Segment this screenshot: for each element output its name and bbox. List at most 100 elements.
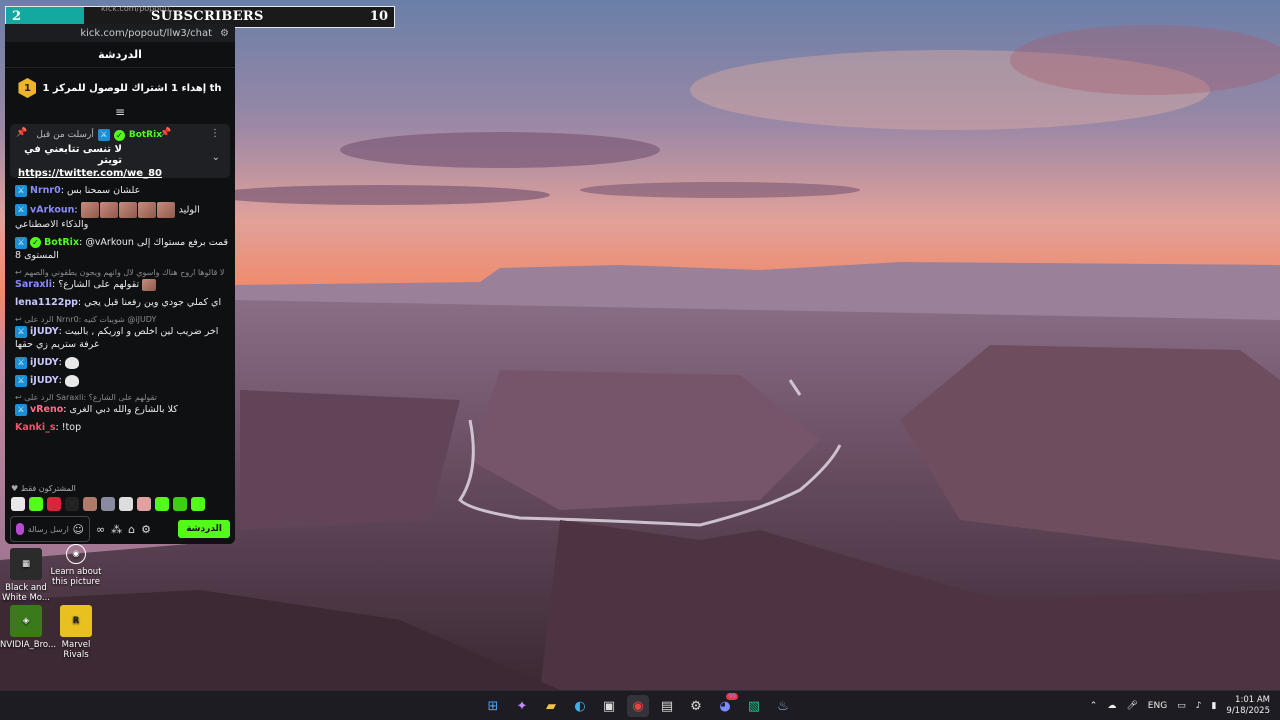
settings-gear-icon[interactable]: ⚙ bbox=[141, 523, 151, 536]
store-icon[interactable]: ⌂ bbox=[128, 523, 135, 536]
network-icon[interactable]: ▭ bbox=[1177, 701, 1186, 711]
chat-username[interactable]: iJUDY bbox=[30, 357, 59, 368]
start-menu-icon[interactable]: ⊞ bbox=[482, 695, 504, 717]
reply-context[interactable]: ↩ الرد على Nrnr0: شويبات كتيه @iJUDY bbox=[15, 314, 229, 325]
chat-input-placeholder: ارسل رسالة bbox=[27, 524, 69, 534]
emote-icon[interactable] bbox=[119, 497, 133, 511]
reply-context[interactable]: ↩ الرد على Saraxli: تقولهم على الشارع؟ bbox=[15, 392, 229, 403]
tune-icon[interactable]: ⚙ bbox=[220, 28, 229, 39]
chat-input[interactable]: ارسل رسالة ☺ bbox=[10, 516, 90, 542]
chat-message[interactable]: ↩ الرد على Nrnr0: شويبات كتيه @iJUDY ⚔ i… bbox=[15, 314, 229, 351]
emote-icon[interactable] bbox=[155, 497, 169, 511]
subscriber-current-count: 2 bbox=[12, 9, 22, 24]
chat-username[interactable]: BotRix bbox=[44, 237, 79, 248]
desktop-icon-nvidia[interactable]: ◈ NVIDIA_Bro... bbox=[0, 605, 56, 650]
chat-username[interactable]: Nrnr0 bbox=[30, 185, 61, 196]
desktop-icon-black-and-white[interactable]: ▦ Black and White Mo... bbox=[0, 548, 52, 603]
popout-url-bar: kick.com/popout/llw3/chat ⚙ bbox=[5, 24, 235, 42]
emote-icon[interactable] bbox=[83, 497, 97, 511]
chat-message[interactable]: ↩ الرد على Saraxli: تقولهم على الشارع؟ ⚔… bbox=[15, 392, 229, 416]
emote-icon[interactable] bbox=[137, 497, 151, 511]
microsoft-store-icon[interactable]: ▣ bbox=[598, 695, 620, 717]
discord-icon[interactable]: ◕ 99 bbox=[714, 693, 738, 717]
emote-icon[interactable] bbox=[65, 497, 79, 511]
chat-message[interactable]: ⚔ iJUDY: bbox=[15, 374, 229, 387]
chat-username[interactable]: Saraxli bbox=[15, 279, 52, 290]
excel-icon[interactable]: ▧ bbox=[743, 695, 765, 717]
settings-icon[interactable]: ⚙ bbox=[685, 695, 707, 717]
chat-message[interactable]: ⚔ Nrnr0: علشان سمحنا بس bbox=[15, 184, 229, 197]
moderator-badge-icon: ⚔ bbox=[15, 204, 27, 216]
battery-icon[interactable]: ▮ bbox=[1211, 701, 1216, 711]
emote-icon[interactable] bbox=[191, 497, 205, 511]
edge-browser-icon[interactable]: ◐ bbox=[569, 695, 591, 717]
gift-goal-banner[interactable]: 1 إهداء 1 اشتراك للوصول للمركز 1 th bbox=[5, 68, 235, 108]
chat-username[interactable]: iJUDY bbox=[30, 375, 59, 386]
send-chat-button[interactable]: الدردشة bbox=[178, 520, 230, 538]
steam-icon[interactable]: ♨ bbox=[772, 695, 794, 717]
kick-logo-icon[interactable]: ⁂ bbox=[111, 523, 122, 536]
chat-text: علشان سمحنا بس bbox=[66, 185, 141, 196]
emote-icon[interactable] bbox=[11, 497, 25, 511]
chat-message[interactable]: Kanki_s: !top bbox=[15, 421, 229, 434]
reply-context[interactable]: ↩ لا قالوها اروح هناك واسوي لال وانهم وي… bbox=[15, 267, 229, 278]
microphone-icon[interactable] bbox=[16, 523, 24, 535]
goal-badge-icon: 1 bbox=[18, 78, 37, 98]
pinned-message[interactable]: 📌 أرسلت من قبل ⚔ ✓ BotRix 📌 ⋮ لا تنسى تت… bbox=[10, 124, 230, 179]
chat-username[interactable]: iJUDY bbox=[30, 326, 59, 337]
more-options-icon[interactable]: ⋮ bbox=[210, 128, 220, 139]
emote-icon[interactable] bbox=[47, 497, 61, 511]
chat-text: تقولهم على الشارع؟ bbox=[58, 279, 140, 290]
volume-icon[interactable]: ♪ bbox=[1196, 701, 1202, 711]
chat-username[interactable]: vReno bbox=[30, 404, 63, 415]
chevron-up-icon[interactable]: ⌃ bbox=[1090, 701, 1098, 711]
moderator-badge-icon: ⚔ bbox=[15, 236, 27, 249]
chat-message-list: ⚔ Nrnr0: علشان سمحنا بس ⚔ vArkoun: الولي… bbox=[5, 182, 235, 434]
popout-url: kick.com/popout/llw3/chat bbox=[80, 27, 213, 39]
expand-menu-icon[interactable]: ≡ bbox=[5, 106, 235, 118]
emote-icon[interactable] bbox=[101, 497, 115, 511]
emote-icon bbox=[80, 202, 99, 218]
microphone-tray-icon[interactable]: 🎤︎ bbox=[1126, 701, 1137, 711]
pinned-link[interactable]: https://twitter.com/we_80 bbox=[18, 168, 222, 179]
desktop-icon-learn-about-picture[interactable]: ◉ Learn about this picture bbox=[50, 544, 102, 587]
infinity-icon[interactable]: ∞ bbox=[96, 523, 105, 536]
subscribers-only-label: ♥ المشتركون فقط bbox=[11, 484, 76, 493]
nvidia-logo-icon: ◈ bbox=[10, 605, 42, 637]
calculator-icon[interactable]: ▤ bbox=[656, 695, 678, 717]
chat-text: اي كملي جودي وين رفعنا قبل يجي bbox=[84, 297, 222, 308]
chevron-down-icon[interactable]: ⌄ bbox=[212, 152, 220, 163]
reply-text: الرد على Saraxli: تقولهم على الشارع؟ bbox=[24, 393, 157, 402]
reply-text: لا قالوها اروح هناك واسوي لال وانهم ويجو… bbox=[24, 268, 225, 277]
pinned-bot-name[interactable]: BotRix bbox=[129, 130, 162, 140]
language-indicator[interactable]: ENG bbox=[1148, 701, 1167, 711]
copilot-icon[interactable]: ✦ bbox=[511, 695, 533, 717]
marvel-rivals-logo-icon: R bbox=[60, 605, 92, 637]
emote-icon bbox=[137, 202, 156, 218]
kick-chat-popout: kick.com/popout/llw3/chat ⚙ الدردشة 1 إه… bbox=[5, 24, 235, 544]
chat-composer: ♥ المشتركون فقط ارسل رسالة ☺ ∞ ⁂ ⌂ ⚙ الد… bbox=[5, 484, 235, 544]
clock-date: 9/18/2025 bbox=[1226, 706, 1270, 716]
moderator-badge-icon: ⚔ bbox=[15, 403, 27, 416]
camera-icon: ◉ bbox=[66, 544, 86, 564]
file-explorer-icon[interactable]: ▰ bbox=[540, 695, 562, 717]
moderator-badge-icon: ⚔ bbox=[15, 184, 27, 197]
chat-message[interactable]: ⚔ vArkoun: الوليد والذكاء الاصطناعي bbox=[15, 202, 229, 231]
clock-time: 1:01 AM bbox=[1235, 695, 1270, 705]
subscriber-target-count: 10 bbox=[369, 9, 388, 24]
chat-username[interactable]: vArkoun bbox=[30, 205, 74, 216]
chat-username[interactable]: lena1122pp bbox=[15, 297, 78, 308]
chrome-browser-icon[interactable]: ◉ bbox=[627, 695, 649, 717]
emoji-icon[interactable]: ☺ bbox=[73, 523, 84, 536]
chat-message[interactable]: ⚔ iJUDY: bbox=[15, 356, 229, 369]
unpin-icon[interactable]: 📌 bbox=[160, 128, 171, 138]
chat-message[interactable]: ↩ لا قالوها اروح هناك واسوي لال وانهم وي… bbox=[15, 267, 229, 291]
emote-icon[interactable] bbox=[173, 497, 187, 511]
chat-message[interactable]: ⚔ ✓ BotRix: @vArkoun قمت برفع مستواك إلى… bbox=[15, 236, 229, 262]
emote-icon[interactable] bbox=[29, 497, 43, 511]
desktop-icon-marvel-rivals[interactable]: R Marvel Rivals bbox=[50, 605, 102, 660]
chat-message[interactable]: lena1122pp: اي كملي جودي وين رفعنا قبل ي… bbox=[15, 296, 229, 309]
chat-username[interactable]: Kanki_s bbox=[15, 422, 56, 433]
system-clock[interactable]: 1:01 AM 9/18/2025 bbox=[1226, 695, 1270, 717]
cloud-icon[interactable]: ☁ bbox=[1107, 701, 1116, 711]
